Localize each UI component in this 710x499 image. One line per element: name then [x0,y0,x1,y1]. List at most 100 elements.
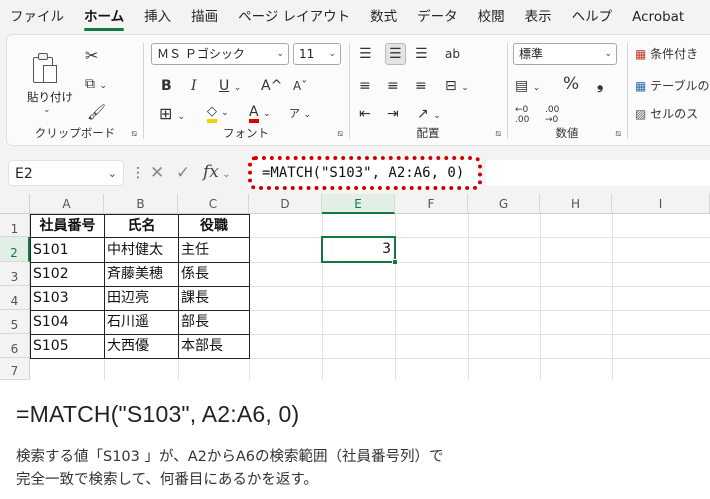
font-size-select[interactable]: 11 ⌄ [293,43,341,65]
conditional-formatting-button[interactable]: ▦ 条件付き [635,45,698,63]
number-launcher-icon[interactable]: ⧅ [615,129,621,139]
row-header-1[interactable]: 1 [0,214,30,237]
column-header-g[interactable]: G [468,194,540,214]
cell-styles-button[interactable]: ▨ セルのス [635,105,698,123]
underline-button[interactable]: U ⌄ [219,77,241,97]
fill-color-icon[interactable]: ◇ ⌄ [207,103,229,123]
align-left-icon[interactable]: ≡ [359,77,371,95]
accounting-format-icon[interactable]: ▤ ⌄ [515,77,540,97]
cell-b5[interactable]: 石川遥 [104,310,179,335]
cell-a1[interactable]: 社員番号 [30,214,105,238]
tab-home[interactable]: ホーム [74,0,134,34]
cell-b6[interactable]: 大西優 [104,334,179,359]
column-header-b[interactable]: B [104,194,178,214]
italic-button[interactable]: I [191,77,197,95]
clipboard-launcher-icon[interactable]: ⧅ [131,129,137,139]
column-header-e[interactable]: E [322,194,395,214]
cell-a3[interactable]: S102 [30,262,105,287]
increase-indent-icon[interactable]: ⇥ [387,105,399,123]
column-header-d[interactable]: D [249,194,322,214]
tab-insert[interactable]: 挿入 [134,0,181,34]
align-bottom-icon[interactable]: ☰ [415,45,428,63]
cell-c1[interactable]: 役職 [178,214,250,238]
cell-c3[interactable]: 係長 [178,262,250,287]
tab-formulas[interactable]: 数式 [360,0,407,34]
cell-a6[interactable]: S105 [30,334,105,359]
tab-help[interactable]: ヘルプ [562,0,623,34]
caption-description: 検索する値「S103 」が、A2からA6の検索範囲（社員番号列）で 完全一致で検… [16,446,444,492]
insert-function-icon[interactable]: fx ⌄ [203,160,230,187]
formula-input[interactable]: =MATCH("S103", A2:A6, 0) [262,163,464,183]
cell-b3[interactable]: 斉藤美穂 [104,262,179,287]
tab-data[interactable]: データ [407,0,468,34]
tab-file[interactable]: ファイル [0,0,74,34]
cell-a4[interactable]: S103 [30,286,105,311]
row-header-4[interactable]: 4 [0,286,30,310]
align-top-icon[interactable]: ☰ [359,45,372,63]
column-header-f[interactable]: F [395,194,468,214]
row-header-5[interactable]: 5 [0,310,30,334]
tab-acrobat[interactable]: Acrobat [622,0,694,34]
cell-c4[interactable]: 課長 [178,286,250,311]
cell-a2[interactable]: S101 [30,237,105,263]
bold-button[interactable]: B [161,77,172,95]
borders-icon[interactable]: ⊞ ⌄ [159,105,185,126]
row-header-3[interactable]: 3 [0,262,30,286]
font-group-label: フォント [223,126,269,140]
alignment-launcher-icon[interactable]: ⧅ [495,129,501,139]
select-all-corner[interactable] [0,194,30,214]
cell-c6[interactable]: 本部長 [178,334,250,359]
tab-review[interactable]: 校閲 [468,0,515,34]
row-header-2[interactable]: 2 [0,237,30,262]
format-as-table-button[interactable]: ▦ テーブルの [635,77,709,95]
cell-b4[interactable]: 田辺亮 [104,286,179,311]
decrease-indent-icon[interactable]: ⇤ [359,105,371,123]
decrease-decimal-icon[interactable]: .00 →0 [545,105,567,125]
row-header-7[interactable]: 7 [0,358,30,380]
cell-b1[interactable]: 氏名 [104,214,179,238]
tab-page-layout[interactable]: ページ レイアウト [228,0,360,34]
paste-icon [31,51,57,85]
cut-icon[interactable]: ✂ [85,47,98,65]
align-center-icon[interactable]: ≡ [387,77,399,95]
cell-c5[interactable]: 部長 [178,310,250,335]
copy-icon[interactable]: ⧉ ⌄ [85,75,107,95]
font-launcher-icon[interactable]: ⧅ [337,129,343,139]
cell-b2[interactable]: 中村健太 [104,237,179,263]
percent-style-button[interactable]: % [563,75,579,93]
column-header-c[interactable]: C [178,194,249,214]
alignment-group-label: 配置 [416,126,440,140]
more-options-icon[interactable]: ⋮ [131,162,145,184]
wrap-text-icon[interactable]: ab [445,45,460,63]
merge-center-icon[interactable]: ⊟ ⌄ [445,77,469,97]
align-right-icon[interactable]: ≡ [415,77,427,95]
column-header-i[interactable]: I [612,194,710,214]
paste-dropdown-icon[interactable]: ⌄ [43,105,51,115]
format-as-table-icon: ▦ [635,79,647,93]
column-header-h[interactable]: H [540,194,612,214]
row-header-6[interactable]: 6 [0,334,30,358]
increase-decimal-icon[interactable]: ←0 .00 [515,105,537,125]
tab-view[interactable]: 表示 [515,0,562,34]
cell-c2[interactable]: 主任 [178,237,250,263]
number-format-select[interactable]: 標準 ⌄ [513,43,617,65]
format-painter-icon[interactable]: 🖌 [87,103,106,121]
shrink-font-button[interactable]: Aˇ [293,77,307,95]
formula-input-extension[interactable] [486,160,710,186]
font-color-icon[interactable]: A ⌄ [249,103,271,123]
formula-input-highlight[interactable]: =MATCH("S103", A2:A6, 0) [248,156,482,190]
cancel-icon[interactable]: ✕ [150,162,164,184]
paste-button[interactable]: 貼り付け ⌄ [17,43,73,115]
enter-icon[interactable]: ✓ [176,162,190,184]
name-box[interactable]: E2 ⌄ [8,160,124,186]
cell-a5[interactable]: S104 [30,310,105,335]
fill-handle[interactable] [392,259,398,265]
tab-draw[interactable]: 描画 [181,0,228,34]
font-name-select[interactable]: ＭＳ Ｐゴシック ⌄ [151,43,289,65]
column-header-a[interactable]: A [30,194,104,214]
comma-style-button[interactable]: ❟ [597,75,603,93]
grow-font-button[interactable]: A^ [261,77,282,95]
phonetic-guide-icon[interactable]: ア ⌄ [289,105,311,124]
align-middle-icon[interactable]: ☰ [385,43,406,65]
orientation-icon[interactable]: ↗ ⌄ [417,105,441,125]
